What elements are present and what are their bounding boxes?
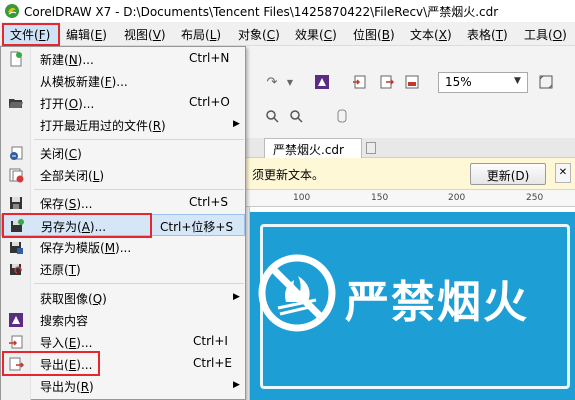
menu-table[interactable]: 表格(T) [467,26,508,43]
annotation-box-file-menu [2,23,60,46]
ruler-tick-label: 150 [371,193,389,203]
menu-item-new-from-template[interactable]: 从模板新建(F)... [1,70,245,92]
menu-separator [34,283,244,284]
menu-bitmaps[interactable]: 位图(B) [353,26,395,43]
search-content-toolbar-icon[interactable] [312,72,332,92]
redo-icon[interactable]: ↷ [262,72,282,92]
save-template-icon [10,242,23,254]
menu-item-import[interactable]: 导入(E)... Ctrl+I [1,331,245,353]
menu-shortcut: Ctrl+E [193,356,232,370]
menu-item-acquire-image[interactable]: 获取图像(Q) ▶ [1,287,245,309]
document-tab[interactable]: 严禁烟火.cdr [264,138,362,158]
no-fire-symbol-icon [258,254,336,332]
menu-item-save[interactable]: 保存(S)... Ctrl+S [1,192,245,214]
chevron-down-icon[interactable]: ▼ [514,76,521,86]
tab-scroll-button[interactable] [366,142,376,154]
submenu-arrow-icon: ▶ [233,380,240,390]
menu-item-export-as[interactable]: 导出为(R) ▶ [1,375,245,397]
close-all-icon [9,168,24,183]
ruler-tick-label: 250 [526,193,544,203]
new-document-icon [10,51,22,67]
submenu-arrow-icon: ▶ [233,119,240,129]
menu-item-revert[interactable]: 还原(T) [1,258,245,280]
menu-item-save-as-template[interactable]: 保存为模版(M)... [1,236,245,258]
menu-item-open[interactable]: 打开(O)... Ctrl+O [1,92,245,114]
window-title: CorelDRAW X7 - D:\Documents\Tencent File… [24,4,499,19]
import-icon [9,335,23,349]
zoom-page-icon[interactable] [262,106,282,126]
search-content-icon [9,313,23,327]
redo-dropdown-icon[interactable]: ▼ [280,72,300,92]
close-document-icon [10,146,23,160]
close-icon[interactable]: ✕ [555,163,571,183]
title-bar: CorelDRAW X7 - D:\Documents\Tencent File… [0,0,575,22]
menu-shortcut: Ctrl+位移+S [160,220,234,234]
menu-bar: 文件(F) 编辑(E) 视图(V) 布局(L) 对象(C) 效果(C) 位图(B… [0,22,575,46]
menu-text[interactable]: 文本(X) [410,26,452,43]
menu-item-search-content[interactable]: 搜索内容 [1,309,245,331]
menu-shortcut: Ctrl+S [189,195,229,209]
menu-separator [34,139,244,140]
update-button[interactable]: 更新(D) [470,163,546,185]
menu-shortcut: Ctrl+I [193,334,228,348]
ruler-tick-label: 100 [293,193,311,203]
menu-edit[interactable]: 编辑(E) [66,26,107,43]
annotation-box-export [2,351,100,376]
coreldraw-logo-icon [5,4,19,18]
menu-separator [34,189,244,190]
publish-pdf-icon[interactable] [402,72,422,92]
menu-effects[interactable]: 效果(C) [295,26,337,43]
submenu-arrow-icon: ▶ [233,292,240,302]
export-toolbar-icon[interactable] [376,72,396,92]
full-screen-icon[interactable] [536,72,556,92]
zoom-selected-icon[interactable] [286,106,306,126]
info-bar-message: 须更新文本。 [252,168,325,182]
save-icon [10,197,22,209]
import-toolbar-icon[interactable] [350,72,370,92]
menu-view[interactable]: 视图(V) [124,26,166,43]
menu-object[interactable]: 对象(C) [238,26,280,43]
open-folder-icon [9,99,23,108]
sign-text: 严禁烟火 [345,277,529,328]
menu-shortcut: Ctrl+O [189,95,230,109]
menu-tools[interactable]: 工具(O) [524,26,567,43]
menu-item-close[interactable]: 关闭(C) [1,142,245,164]
snap-icon[interactable] [332,106,352,126]
revert-icon [10,264,22,275]
menu-shortcut: Ctrl+N [189,51,230,65]
ruler-tick-label: 200 [448,193,466,203]
menu-layout[interactable]: 布局(L) [181,26,221,43]
menu-item-close-all[interactable]: 全部关闭(L) [1,164,245,186]
menu-item-open-recent[interactable]: 打开最近用过的文件(R) ▶ [1,114,245,136]
annotation-box-save-as [2,213,152,238]
menu-item-new[interactable]: 新建(N)... Ctrl+N [1,48,245,70]
